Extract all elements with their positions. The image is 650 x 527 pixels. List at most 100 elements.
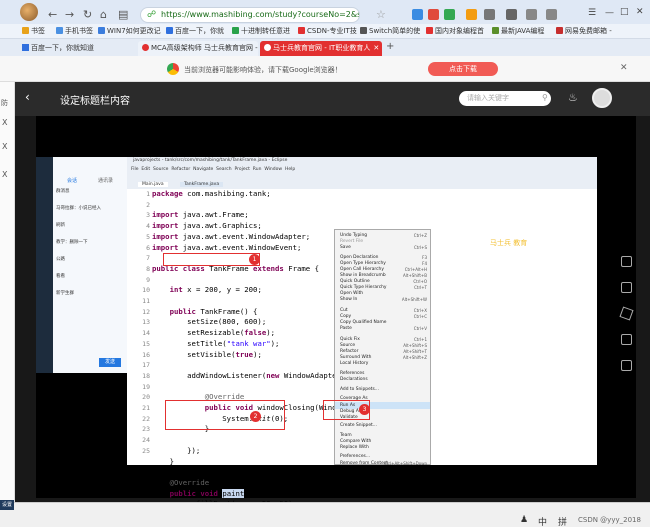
extension-icon[interactable]: [428, 9, 439, 20]
menu-item[interactable]: Run: [253, 167, 262, 172]
menu-item[interactable]: Source: [153, 167, 168, 172]
reader-icon[interactable]: ▤: [118, 8, 128, 21]
menu-item[interactable]: Open Type Hierarchy: [340, 261, 386, 266]
star-icon[interactable]: ☆: [376, 8, 386, 21]
bookmark-item[interactable]: 手机书签: [56, 25, 93, 37]
menu-item[interactable]: Show in Breadcrumb: [340, 273, 386, 278]
new-tab-icon[interactable]: +: [386, 41, 394, 52]
taskbar-start[interactable]: 设置: [0, 500, 14, 510]
editor-tab[interactable]: TankFrame.java: [180, 182, 224, 187]
list-item[interactable]: 马哥拉群：小说已经入: [56, 205, 124, 222]
menu-item[interactable]: Edit: [141, 167, 150, 172]
bookmark-item[interactable]: 国内对象编程首: [426, 25, 484, 37]
minimize-icon[interactable]: —: [605, 8, 614, 18]
forward-icon[interactable]: →: [65, 8, 74, 21]
menu-item[interactable]: Copy Qualified Name: [340, 320, 387, 325]
menu-item[interactable]: Team: [340, 433, 352, 438]
menu-item[interactable]: Refactor: [171, 167, 190, 172]
tab[interactable]: 百度一下，你就知道: [18, 41, 136, 56]
search-icon[interactable]: ⚲: [542, 93, 548, 102]
doc-icon[interactable]: [621, 256, 632, 267]
tab-active[interactable]: 马士兵教育官网 - IT职业教育人 ✕: [260, 41, 382, 56]
menu-item[interactable]: Preferences...: [340, 454, 370, 459]
tab[interactable]: MCA高级架构师 马士兵教育官网 -: [138, 41, 258, 56]
menu-item[interactable]: Revert File: [340, 239, 363, 244]
reload-icon[interactable]: ↻: [83, 8, 92, 21]
list-icon[interactable]: [621, 282, 632, 293]
menu-item[interactable]: Source: [340, 343, 355, 348]
bookmark-item[interactable]: 百度一下，你就: [166, 25, 224, 37]
list-item[interactable]: 看看: [56, 273, 124, 290]
menu-item[interactable]: Remove from Context: [340, 461, 388, 466]
side-item[interactable]: 防: [1, 98, 8, 108]
avatar[interactable]: [592, 88, 612, 108]
ime-mode[interactable]: 拼: [558, 515, 567, 527]
list-item[interactable]: 新学生群: [56, 290, 124, 307]
list-item[interactable]: 教学：删除一下: [56, 239, 124, 256]
refresh-icon[interactable]: [546, 9, 557, 20]
list-item[interactable]: 公路: [56, 256, 124, 273]
address-bar[interactable]: ☍ https://www.mashibing.com/study?course…: [140, 7, 360, 23]
chat-tab[interactable]: 会话: [67, 177, 77, 184]
bookmark-item[interactable]: 书签: [22, 25, 45, 37]
menu-icon[interactable]: ☰: [588, 8, 596, 18]
menu-item[interactable]: Quick Fix: [340, 337, 360, 342]
bookmark-item[interactable]: 最新JAVA编程: [492, 25, 544, 37]
restore-icon[interactable]: □: [620, 7, 629, 17]
menu-item[interactable]: Save: [340, 245, 351, 250]
game-icon[interactable]: [466, 9, 477, 20]
undo-icon[interactable]: [526, 9, 537, 20]
menu-item[interactable]: Help: [285, 167, 295, 172]
scissors-icon[interactable]: [506, 9, 517, 20]
user-avatar[interactable]: [20, 3, 38, 21]
menu-item[interactable]: Create Snippet...: [340, 423, 377, 428]
chat-tab[interactable]: 通讯录: [98, 177, 113, 184]
note-icon[interactable]: [621, 360, 632, 371]
menu-item[interactable]: Search: [216, 167, 231, 172]
ime-indicator[interactable]: 中: [538, 515, 547, 527]
download-button[interactable]: 点击下载: [428, 62, 498, 76]
menu-item[interactable]: Paste: [340, 326, 352, 331]
side-close-icon[interactable]: X: [2, 170, 7, 179]
bookmark-item[interactable]: CSDN-专业IT技: [298, 25, 357, 37]
menu-item[interactable]: Navigate: [193, 167, 213, 172]
menu-item[interactable]: Copy: [340, 314, 351, 319]
extension-icon[interactable]: [412, 9, 423, 20]
user-tray-icon[interactable]: ♟: [520, 515, 528, 525]
menu-item[interactable]: Quick Type Hierarchy: [340, 285, 387, 290]
send-icon[interactable]: [619, 306, 634, 321]
back-icon[interactable]: ←: [48, 8, 57, 21]
menu-item[interactable]: Window: [264, 167, 282, 172]
close-icon[interactable]: ✕: [620, 63, 628, 73]
player-icon[interactable]: [582, 200, 596, 209]
bell-icon[interactable]: ♨: [568, 91, 578, 104]
side-close-icon[interactable]: X: [2, 142, 7, 151]
search-input[interactable]: 请输入关键字: [459, 91, 551, 106]
editor-tab[interactable]: Main.java: [138, 182, 168, 187]
menu-item[interactable]: Declarations: [340, 377, 368, 382]
menu-item[interactable]: Local History: [340, 361, 368, 366]
menu-item[interactable]: Open Call Hierarchy: [340, 267, 384, 272]
menu-item[interactable]: Cut: [340, 308, 348, 313]
menu-item[interactable]: Undo Typing: [340, 233, 367, 238]
menu-item[interactable]: Replace With: [340, 445, 369, 450]
bookmark-item[interactable]: 网易免费邮箱 -: [556, 25, 612, 37]
bookmark-item[interactable]: Switch简单的使: [360, 25, 420, 37]
extension-icon[interactable]: [444, 9, 455, 20]
list-item[interactable]: 刷新: [56, 222, 124, 239]
menu-item[interactable]: Project: [235, 167, 250, 172]
bookmark-item[interactable]: 十进制转任意进: [232, 25, 290, 37]
edit-icon[interactable]: [621, 334, 632, 345]
tab-close-icon[interactable]: ✕: [373, 44, 379, 52]
menu-item[interactable]: Show In: [340, 297, 357, 302]
menu-item[interactable]: Quick Outline: [340, 279, 370, 284]
send-button[interactable]: 发送: [99, 358, 121, 367]
home-icon[interactable]: ⌂: [100, 8, 107, 21]
menu-item[interactable]: File: [131, 167, 139, 172]
menu-item[interactable]: Open With: [340, 291, 363, 296]
menu-item[interactable]: Surround With: [340, 355, 371, 360]
side-close-icon[interactable]: X: [2, 118, 7, 127]
menu-item[interactable]: Compare With: [340, 439, 371, 444]
menu-item[interactable]: Add to Snippets...: [340, 387, 379, 392]
menu-item[interactable]: Refactor: [340, 349, 358, 354]
